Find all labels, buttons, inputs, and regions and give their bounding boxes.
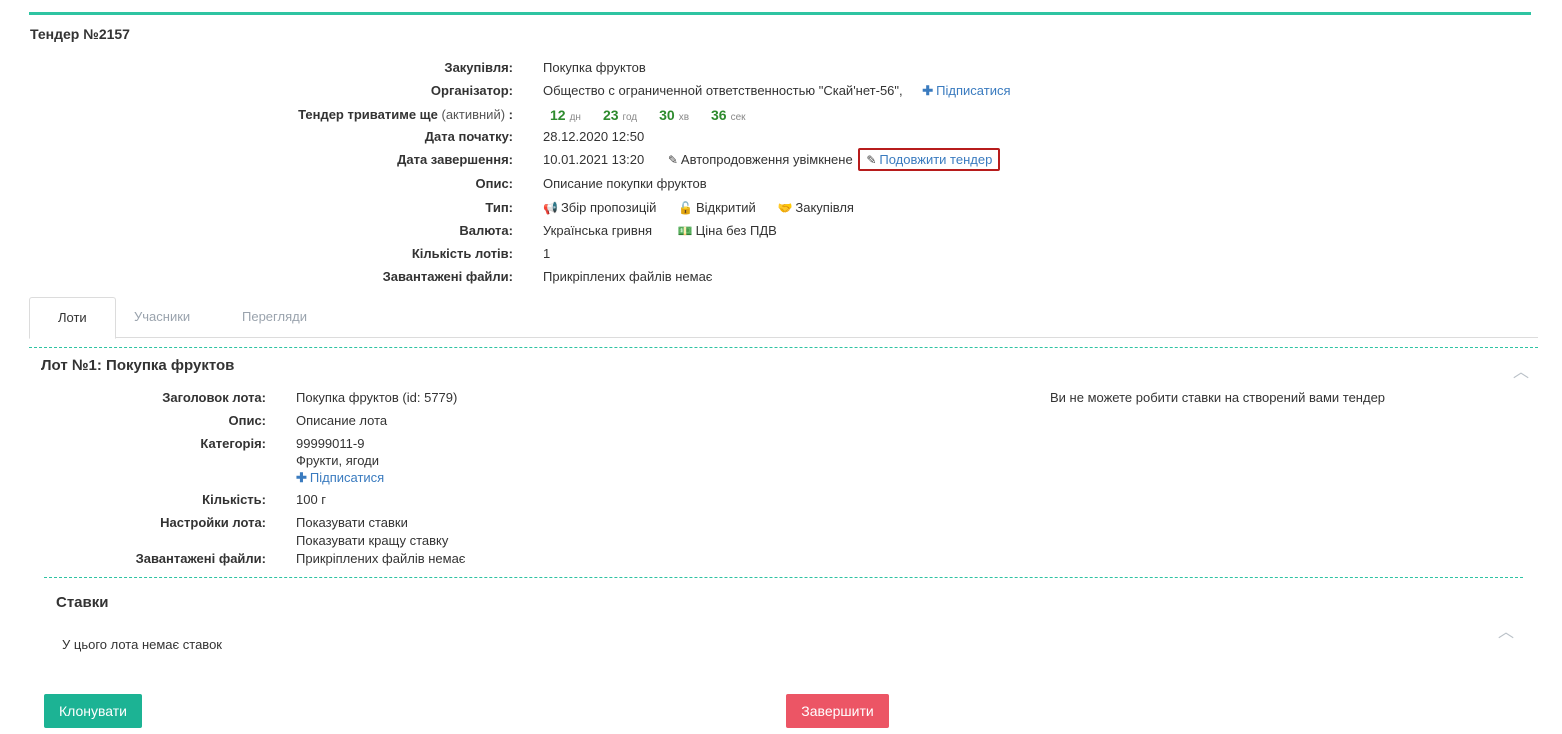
files-value: Прикріплених файлів немає <box>543 269 713 284</box>
info-duration: Тендер триватиме ще (активний) : 12 дн 23 г… <box>0 105 1562 125</box>
duration-label: Тендер триватиме ще (активний) : <box>298 105 513 125</box>
vat-label: Ціна без ПДВ <box>695 223 777 238</box>
procurement-value: Покупка фруктов <box>543 60 646 75</box>
lot-settings-label: Настройки лота: <box>160 515 266 530</box>
magic-wand-icon: ✎ <box>667 153 678 167</box>
info-description: Опис: Описание покупки фруктов <box>0 174 1562 194</box>
lot-category-label: Категорія: <box>200 436 266 451</box>
duration-label-text: Тендер триватиме ще <box>298 107 438 122</box>
type-item-2: Відкритий <box>696 200 756 215</box>
auto-extend: ✎ Автопродовження увімкнене <box>668 152 853 167</box>
duration-colon: : <box>508 107 513 122</box>
category-subscribe-label: Підписатися <box>309 470 385 485</box>
info-start-date: Дата початку: 28.12.2020 12:50 <box>0 127 1562 147</box>
organizer-label: Організатор: <box>430 83 513 98</box>
lot-description-value: Описание лота <box>296 413 388 428</box>
lot-files-label: Завантажені файли: <box>135 551 266 566</box>
countdown-days-unit: дн <box>569 112 581 123</box>
tender-title: Тендер №2157 <box>30 26 130 42</box>
end-date-label: Дата завершення: <box>397 152 513 167</box>
tab-views[interactable]: Перегляди <box>214 297 335 337</box>
handshake-icon: 🤝 <box>777 201 793 215</box>
lot-files-value: Прикріплених файлів немає <box>296 551 466 566</box>
money-icon: 💵 <box>677 224 693 238</box>
top-accent-bar <box>29 12 1531 15</box>
organizer-subscribe-label: Підписатися <box>936 83 1011 98</box>
lot-settings-values: Показувати ставки Показувати кращу ставк… <box>296 514 448 549</box>
lot-count-label: Кількість лотів: <box>411 246 513 261</box>
lot-count-value: 1 <box>543 246 551 261</box>
end-date-value-group: 10.01.2021 13:20 ✎ Автопродовження увімкн… <box>543 148 1001 171</box>
lot-setting-item: Показувати ставки <box>296 515 408 530</box>
lot-quantity-value: 100 г <box>296 492 327 507</box>
info-type: Тип: 📢 Збір пропозицій 🔓 Відкритий 🤝 Закупі… <box>0 198 1562 218</box>
type-values: 📢 Збір пропозицій 🔓 Відкритий 🤝 Закупівля <box>543 198 854 218</box>
tab-lots[interactable]: Лоти <box>29 297 116 339</box>
files-label: Завантажені файли: <box>382 269 513 284</box>
duration-status: (активний) <box>441 107 506 122</box>
info-currency: Валюта: Українська гривня 💵 Ціна без ПДВ <box>0 221 1562 241</box>
collapse-chevron-up-icon[interactable]: ︿ <box>1513 358 1529 382</box>
lot-description-label: Опис: <box>228 413 266 428</box>
countdown-minutes: 30 <box>659 107 675 123</box>
megaphone-icon: 📢 <box>543 201 558 215</box>
no-bid-note: Ви не можете робити ставки на створений … <box>1050 390 1386 405</box>
lot-setting-item: Показувати кращу ставку <box>296 533 449 548</box>
start-date-label: Дата початку: <box>424 129 513 144</box>
start-date-value: 28.12.2020 12:50 <box>543 129 645 144</box>
end-date-value: 10.01.2021 13:20 <box>543 152 645 167</box>
countdown-days: 12 <box>550 107 566 123</box>
procurement-label: Закупівля: <box>444 60 513 75</box>
extend-tender-label: Подовжити тендер <box>879 152 993 167</box>
auto-extend-label: Автопродовження увімкнене <box>680 152 853 167</box>
edit-icon: ✎ <box>866 153 877 167</box>
organizer-subscribe-link[interactable]: ✚ Підписатися <box>922 83 1010 98</box>
tab-participants[interactable]: Учасники <box>106 297 218 337</box>
info-files: Завантажені файли: Прикріплених файлів н… <box>0 267 1562 287</box>
info-procurement: Закупівля: Покупка фруктов <box>0 58 1562 78</box>
bids-title: Ставки <box>56 594 109 611</box>
section-divider <box>29 347 1538 348</box>
countdown-hours: 23 <box>602 107 619 123</box>
info-organizer: Організатор: Общество с ограниченной отв… <box>0 81 1562 101</box>
bids-divider <box>44 577 1523 578</box>
organizer-value: Общество с ограниченной ответственностью… <box>543 81 1011 101</box>
category-name: Фрукти, ягоди <box>296 453 380 468</box>
organizer-name: Общество с ограниченной ответственностью… <box>543 83 903 98</box>
clone-button[interactable]: Клонувати <box>44 694 142 728</box>
type-label: Тип: <box>485 200 513 215</box>
type-item-1: Збір пропозицій <box>560 200 657 215</box>
currency-values: Українська гривня 💵 Ціна без ПДВ <box>543 221 777 241</box>
plus-icon: ✚ <box>296 470 307 485</box>
category-code: 99999011-9 <box>296 436 365 451</box>
countdown-minutes-unit: хв <box>678 112 690 123</box>
lot-title: Лот №1: Покупка фруктов <box>41 357 235 374</box>
info-end-date: Дата завершення: 10.01.2021 13:20 ✎ Автоп… <box>0 148 1562 171</box>
lot-category-value: 99999011-9 Фрукти, ягоди ✚ Підписатися <box>296 435 384 486</box>
description-label: Опис: <box>475 176 513 191</box>
description-value: Описание покупки фруктов <box>543 176 707 191</box>
no-bids-text: У цього лота немає ставок <box>62 637 222 652</box>
countdown: 12 дн 23 год 30 хв 36 сек <box>550 105 768 128</box>
type-item-3: Закупівля <box>795 200 854 215</box>
countdown-hours-unit: год <box>622 112 638 123</box>
plus-icon: ✚ <box>922 83 934 98</box>
currency-value: Українська гривня <box>543 223 653 238</box>
extend-tender-link[interactable]: ✎ Подовжити тендер <box>858 148 1001 171</box>
info-lot-count: Кількість лотів: 1 <box>0 244 1562 264</box>
unlock-icon: 🔓 <box>678 201 693 215</box>
category-subscribe-link[interactable]: ✚ Підписатися <box>296 469 384 486</box>
bids-collapse-chevron-up-icon[interactable]: ︿ <box>1498 618 1514 642</box>
finish-button[interactable]: Завершити <box>786 694 889 728</box>
lot-heading-value: Покупка фруктов (id: 5779) <box>296 390 458 405</box>
tabs-bar: Лоти Учасники Перегляди <box>29 297 1538 339</box>
countdown-seconds-unit: сек <box>730 112 746 123</box>
countdown-seconds: 36 <box>711 107 727 123</box>
lot-quantity-label: Кількість: <box>202 492 266 507</box>
lot-heading-label: Заголовок лота: <box>162 390 266 405</box>
currency-label: Валюта: <box>459 223 513 238</box>
